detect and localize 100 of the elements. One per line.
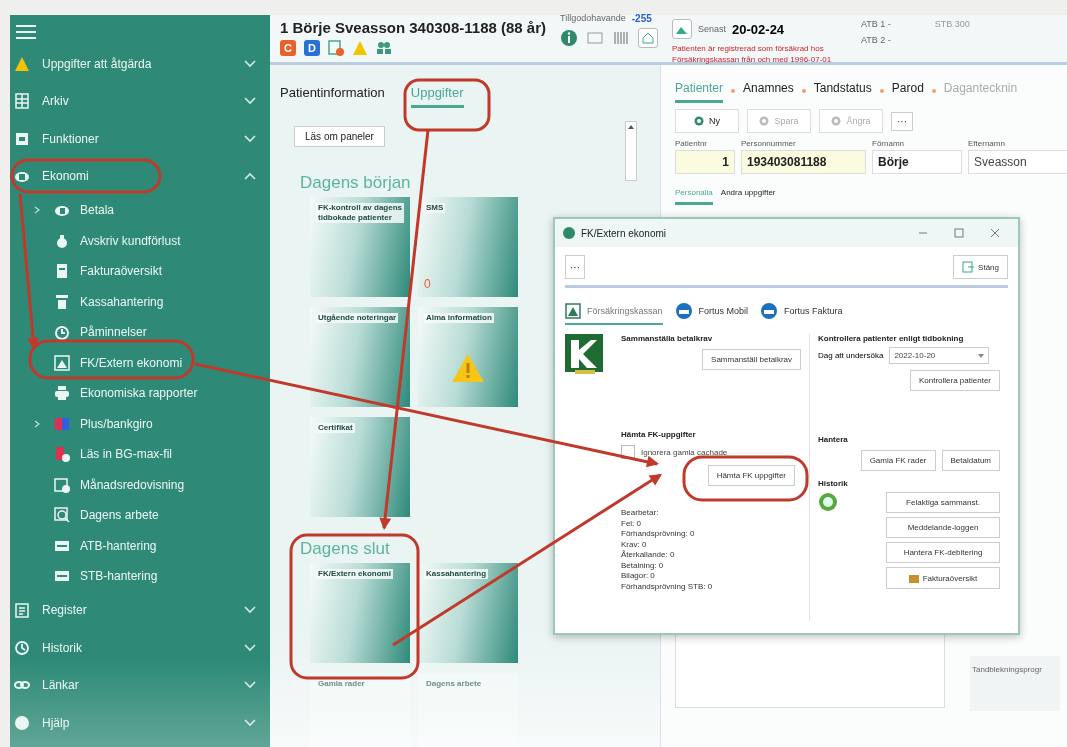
field-label: Efternamn [968, 139, 1006, 148]
record-tab[interactable]: Parod [891, 81, 924, 103]
manage-button[interactable]: Betaldatum [941, 450, 1000, 471]
sidebar-subitem[interactable]: Avskriv kundförlust [10, 225, 270, 256]
dot-icon [931, 89, 936, 93]
history-button[interactable]: Felaktiga sammanst. [886, 492, 1000, 513]
input-field[interactable]: Börje [872, 150, 962, 174]
sidebar-item[interactable]: Ekonomi [10, 157, 270, 195]
task-tile[interactable]: Utgående noteringar [310, 307, 410, 407]
balance-label: Tillgodohavande [560, 13, 626, 24]
house-icon [642, 32, 654, 44]
warning-icon[interactable] [352, 40, 368, 56]
checkbox-label: Ignorera gamla cachade [641, 447, 728, 457]
more-button[interactable]: ··· [565, 255, 585, 279]
dialog-tab[interactable]: Fortus Faktura [760, 302, 843, 326]
record-tab[interactable]: Anamnes [743, 81, 794, 103]
more-button[interactable]: ··· [891, 111, 913, 131]
expand-icon[interactable] [34, 419, 40, 428]
clock-icon [54, 324, 70, 341]
history-button[interactable]: Hantera FK-debitering [886, 542, 1000, 563]
sidebar-subitem[interactable]: Ekonomiska rapporter [10, 378, 270, 409]
exit-icon [962, 261, 975, 273]
sidebar-subitem[interactable]: FK/Extern ekonomi [10, 347, 270, 378]
sidebar-item[interactable]: Funktioner [10, 120, 270, 158]
status-list: Bearbetar: Fel: 0 Förhandsprövning: 0 Krav: 0 Återkallande: 0 Betalning: 0 Bilagor: 0 Förhandsprövning STB: 0 [621, 508, 801, 592]
sidebar-subitem[interactable]: Påminnelser [10, 317, 270, 348]
manage-button[interactable]: Gamla FK rader [860, 450, 936, 471]
history-button[interactable]: Fakturaöversikt [886, 567, 1000, 589]
printer-icon [54, 385, 70, 402]
toolbar-button[interactable]: Ny [675, 109, 739, 133]
sidebar-subitem[interactable]: Dagens arbete [10, 500, 270, 531]
task-tile[interactable]: SMS 0 [418, 197, 518, 297]
chevron-down-icon[interactable] [244, 681, 256, 690]
field-label: Personnummer [741, 139, 797, 148]
subtab[interactable]: Andra uppgifter [720, 188, 776, 205]
sidebar-subitem[interactable]: Betala [10, 195, 270, 226]
chevron-down-icon[interactable] [244, 643, 256, 652]
info-icon[interactable] [560, 29, 578, 47]
sidebar-subitem[interactable]: STB-hantering [10, 561, 270, 592]
expand-icon[interactable] [34, 206, 40, 215]
chevron-down-icon[interactable] [244, 97, 256, 106]
people-icon[interactable] [376, 40, 392, 56]
maximize-icon [954, 228, 964, 238]
circle-icon [831, 116, 842, 126]
field-label: Patientnr [675, 139, 709, 148]
history-icon[interactable] [818, 492, 838, 512]
sidebar-subitem[interactable]: Läs in BG-max-fil [10, 439, 270, 470]
letter-badge[interactable]: D [304, 40, 320, 56]
cash-register-icon [54, 293, 70, 310]
task-tile[interactable]: FK/Extern ekonomi [310, 563, 410, 663]
date-field[interactable]: 2022-10-20 [889, 347, 990, 364]
patient-name: 1 Börje Sveasson 340308-1188 (88 år) [280, 19, 546, 36]
dot-icon [801, 89, 806, 93]
task-tile[interactable]: FK-kontroll av dagens tidbokade patienter [310, 197, 410, 297]
panel-tab[interactable]: Patientinformation [280, 85, 385, 108]
sidebar-subitem[interactable]: Fakturaöversikt [10, 256, 270, 287]
task-tile[interactable]: Certifikat [310, 417, 410, 517]
record-tab[interactable]: Tandstatus [813, 81, 872, 103]
sidebar-item[interactable]: Historik [10, 629, 270, 667]
image-button[interactable] [672, 19, 692, 39]
chevron-down-icon[interactable] [244, 134, 256, 143]
document-icon[interactable] [328, 40, 344, 56]
chevron-up-icon[interactable] [244, 172, 256, 181]
check-patients-button[interactable]: Kontrollera patienter [909, 370, 1000, 391]
sidebar-item[interactable]: Arkiv [10, 82, 270, 120]
sidebar-subitem[interactable]: Plus/bankgiro [10, 408, 270, 439]
compile-button[interactable]: Sammanställ betalkrav [702, 349, 801, 370]
stb-label: STB 300 [934, 19, 970, 29]
input-field[interactable]: 1 [675, 150, 735, 174]
section-title: Sammanställa betalkrav [621, 334, 714, 343]
close-dialog-button[interactable]: Stäng [953, 255, 1008, 279]
chevron-down-icon[interactable] [244, 606, 256, 615]
dialog-tab[interactable]: Försäkringskassan [565, 303, 663, 325]
barcode-icon[interactable] [612, 29, 630, 47]
sidebar-item[interactable]: Uppgifter att åtgärda [10, 45, 270, 83]
history-icon [14, 639, 30, 656]
sidebar-subitem[interactable]: Kassahantering [10, 286, 270, 317]
chevron-down-icon[interactable] [244, 718, 256, 727]
task-tile[interactable]: Kassahantering [418, 563, 518, 663]
panel-icon [14, 130, 30, 147]
fetch-button[interactable]: Hämta FK uppgifter [707, 465, 795, 486]
history-button[interactable]: Meddelande-loggen [886, 517, 1000, 538]
sidebar-subitem[interactable]: Månadsredovisning [10, 469, 270, 500]
task-tile[interactable]: Alma information [418, 307, 518, 407]
last-visit-date: 20-02-24 [732, 21, 785, 37]
sidebar-item[interactable]: Länkar [10, 666, 270, 704]
atb-label: ATB 2 - [861, 35, 891, 45]
caret-up-icon[interactable] [628, 125, 634, 129]
sidebar-item[interactable]: Register [10, 591, 270, 629]
input-field[interactable]: 193403081188 [741, 150, 866, 174]
menu-icon[interactable] [16, 25, 36, 39]
sidebar-subitem[interactable]: ATB-hantering [10, 530, 270, 561]
reload-panels-button[interactable]: Läs om paneler [294, 126, 385, 147]
home-button[interactable] [638, 28, 658, 48]
scrollbar[interactable] [625, 121, 637, 181]
dialog-tab[interactable]: Fortus Mobil [674, 302, 749, 326]
clipboard-icon [14, 602, 30, 619]
tile-count: 0 [424, 277, 432, 291]
chevron-down-icon[interactable] [244, 59, 256, 68]
input-field[interactable]: Sveasson [968, 150, 1067, 174]
